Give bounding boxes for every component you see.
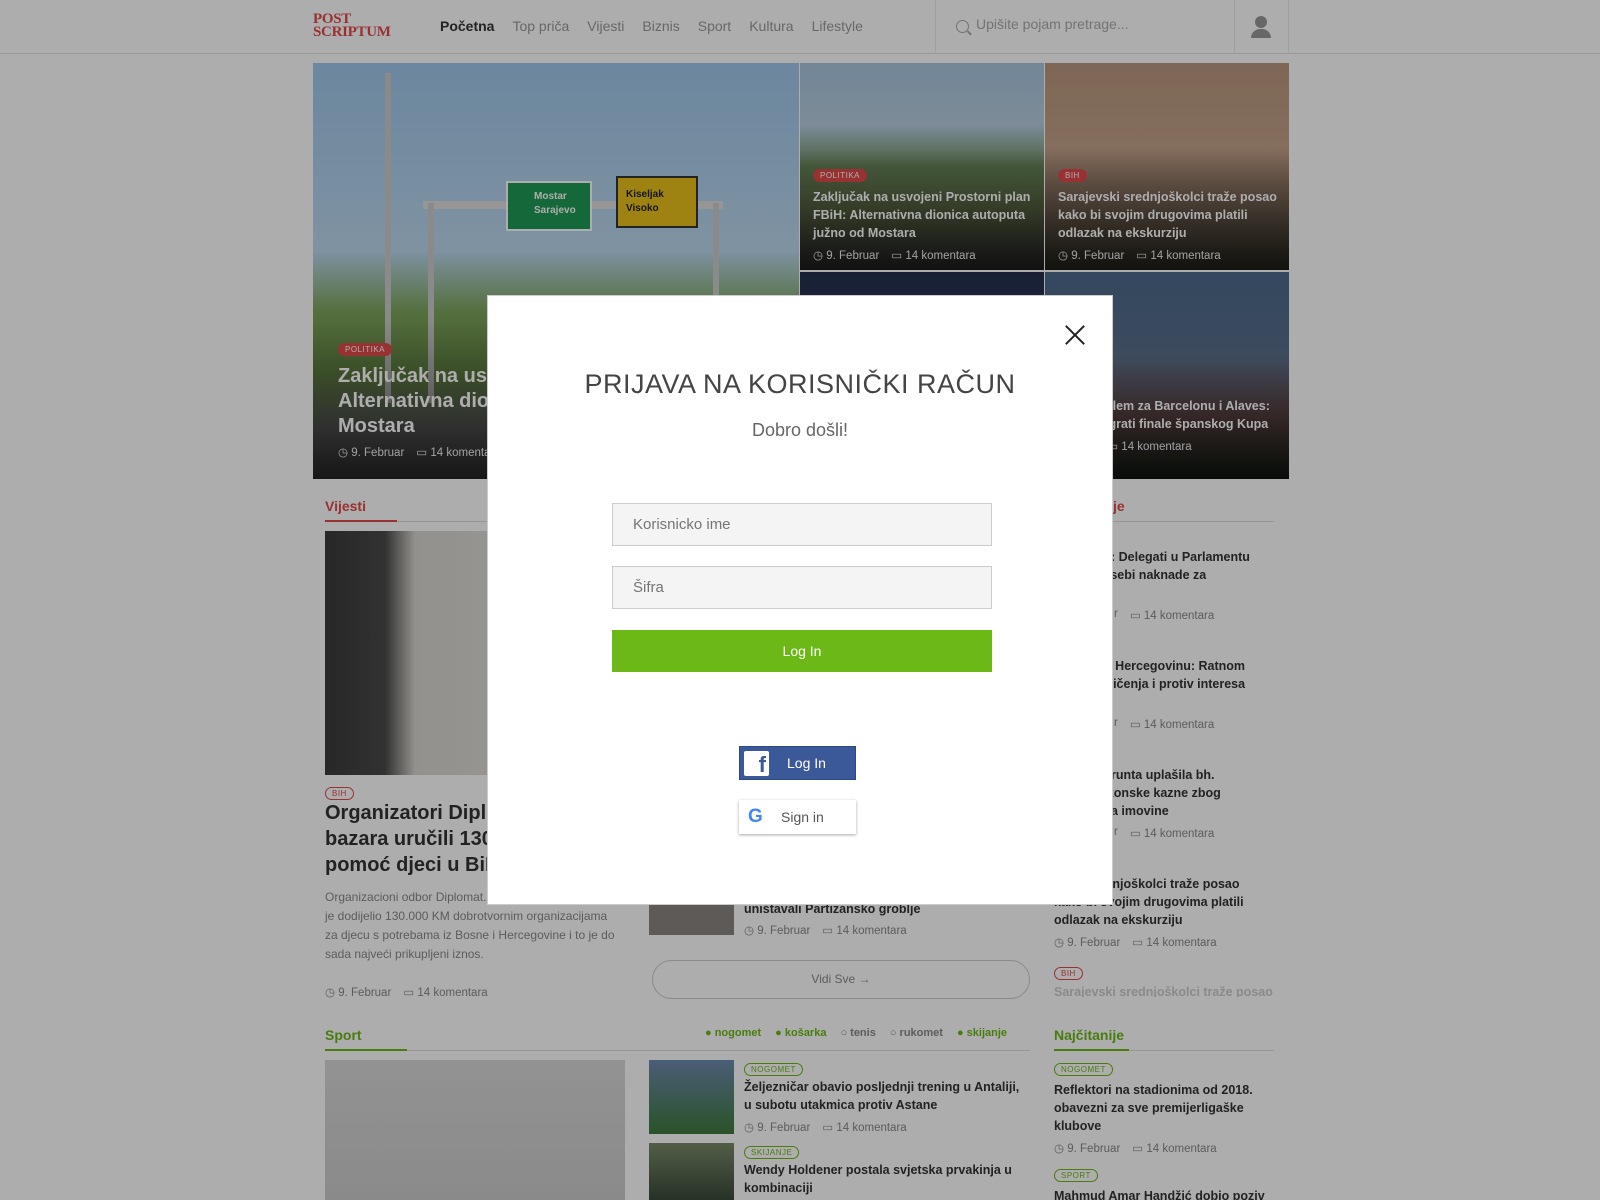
- facebook-icon: f: [744, 751, 769, 777]
- login-modal: PRIJAVA NA KORISNIČKI RAČUN Dobro došli!…: [487, 295, 1113, 905]
- modal-subtitle: Dobro došli!: [751, 420, 849, 440]
- username-field[interactable]: [612, 503, 992, 546]
- login-button[interactable]: Log In: [612, 630, 992, 672]
- google-icon: G: [748, 806, 763, 827]
- modal-title: PRIJAVA NA KORISNIČKI RAČUN: [584, 369, 1016, 399]
- close-icon[interactable]: [1064, 324, 1086, 346]
- google-signin-button[interactable]: G Sign in: [739, 800, 856, 834]
- facebook-login-button[interactable]: f Log In: [739, 746, 856, 780]
- password-field[interactable]: [612, 566, 992, 609]
